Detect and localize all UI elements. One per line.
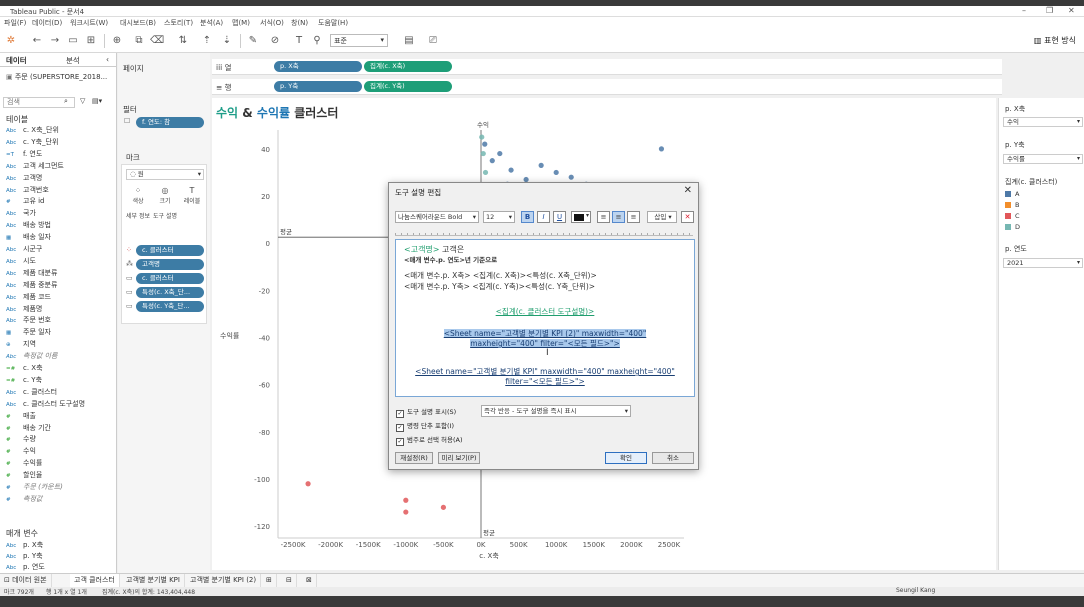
ruler [395, 227, 693, 236]
include-commands-label: 명령 단추 포함(I) [407, 422, 455, 430]
sheet-token-kpi2-cont: maxheight="400" filter="<모든 필드>"> [470, 339, 620, 348]
italic-button[interactable]: I [537, 211, 550, 223]
preview-button[interactable]: 미리 보기(P) [438, 452, 480, 464]
show-tooltips-checkbox[interactable]: ✓ 도구 설명 표시(S) [396, 406, 456, 418]
include-commands-checkbox[interactable]: ✓ 명령 단추 포함(I) [396, 420, 454, 432]
editor-line-7b: filter="<모든 필드>"> [396, 376, 694, 387]
edit-tooltip-dialog: 도구 설명 편집 ✕ 나눔스퀘어라운드 Bold ▾ 12 ▾ B I U ▾ ≡ … [388, 182, 699, 470]
sheet-token-kpi2: <Sheet name="고객별 분기별 KPI (2)" maxwidth="… [443, 329, 647, 338]
clear-format-icon[interactable]: ✕ [681, 211, 694, 223]
chevron-down-icon: ▾ [508, 213, 512, 221]
align-left-button[interactable]: ≡ [597, 211, 610, 223]
dialog-title: 도구 설명 편집 [395, 188, 442, 197]
show-tooltips-label: 도구 설명 표시(S) [407, 408, 457, 416]
chevron-down-icon: ▾ [624, 407, 628, 415]
align-right-button[interactable]: ≡ [627, 211, 640, 223]
ok-button[interactable]: 확인 [605, 452, 647, 464]
field-token-cluster-tooltip: <집계(c. 클러스터 도구설명)> [495, 307, 595, 316]
sheet-token-kpi: <Sheet name="고객별 분기별 KPI" maxwidth="400"… [415, 367, 675, 376]
field-token-customer: <고객명> [404, 245, 440, 254]
size-value: 12 [486, 213, 495, 221]
chevron-down-icon: ▾ [472, 213, 476, 221]
align-center-button[interactable]: ≡ [612, 211, 625, 223]
app-window: Tableau Public - 문서4 – ❐ ✕ 파일(F) 데이터(D) … [0, 6, 1084, 596]
format-toolbar: 나눔스퀘어라운드 Bold ▾ 12 ▾ B I U ▾ ≡ ≡ ≡ 삽입 ▾ ✕ [395, 211, 695, 224]
editor-text: 고객은 [439, 245, 465, 254]
insert-label: 삽입 [654, 213, 667, 221]
insert-menu-button[interactable]: 삽입 ▾ [647, 211, 677, 223]
tooltip-editor[interactable]: <고객명> 고객은 <매개 변수.p. 연도>년 기준으로 <매개 변수.p. … [395, 239, 695, 397]
font-select[interactable]: 나눔스퀘어라운드 Bold ▾ [395, 211, 479, 223]
size-select[interactable]: 12 ▾ [483, 211, 515, 223]
checkmark-icon: ✓ [396, 424, 404, 432]
editor-line-5: <집계(c. 클러스터 도구설명)> [396, 306, 694, 317]
text-cursor-icon: I [546, 348, 549, 358]
underline-button[interactable]: U [553, 211, 566, 223]
editor-line-3: <매개 변수.p. X축> <집계(c. X축)><특성(c. X축_단위)> [404, 271, 597, 280]
font-value: 나눔스퀘어라운드 Bold [398, 213, 463, 221]
editor-line-2: <매개 변수.p. 연도>년 기준으로 [404, 256, 498, 264]
sheet-token-kpi-cont: filter="<모든 필드>"> [505, 377, 585, 386]
cancel-button[interactable]: 취소 [652, 452, 694, 464]
editor-line-4: <매개 변수.p. Y축> <집계(c. Y축)><특성(c. Y축_단위)> [404, 282, 596, 291]
editor-line-6b: maxheight="400" filter="<모든 필드>"> [396, 338, 694, 349]
checkmark-icon: ✓ [396, 410, 404, 418]
font-color-button[interactable]: ▾ [571, 211, 591, 223]
reset-button[interactable]: 재설정(R) [395, 452, 433, 464]
allow-category-select-label: 범주로 선택 허용(A) [407, 436, 463, 444]
allow-category-select-checkbox[interactable]: ✓ 범주로 선택 허용(A) [396, 434, 463, 446]
tooltip-mode-value: 즉각 반응 - 도구 설명을 즉시 표시 [484, 407, 577, 415]
checkmark-icon: ✓ [396, 438, 404, 446]
close-icon[interactable]: ✕ [684, 185, 692, 196]
tooltip-mode-select[interactable]: 즉각 반응 - 도구 설명을 즉시 표시 ▾ [481, 405, 631, 417]
chevron-down-icon: ▾ [585, 212, 589, 219]
modal-overlay: 도구 설명 편집 ✕ 나눔스퀘어라운드 Bold ▾ 12 ▾ B I U ▾ ≡ … [0, 6, 1084, 596]
bold-button[interactable]: B [521, 211, 534, 223]
font-color-swatch [574, 214, 584, 221]
